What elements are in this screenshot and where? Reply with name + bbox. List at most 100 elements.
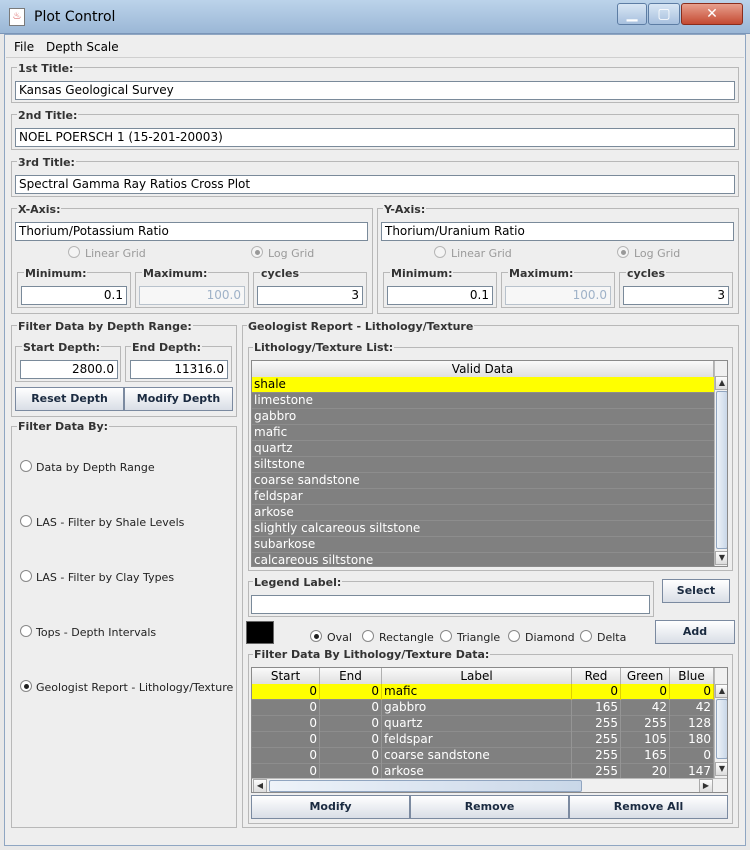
menu-depth-scale[interactable]: Depth Scale	[46, 40, 119, 54]
table-row[interactable]: 0 0 coarse sandstone 255 165 0	[252, 748, 714, 764]
start-depth-label: Start Depth:	[22, 341, 102, 354]
table-scroll-left-icon[interactable]: ◀	[253, 779, 267, 792]
shape-triangle-radio[interactable]	[440, 630, 452, 642]
table-cell-start: 0	[252, 732, 320, 748]
add-button[interactable]: Add	[655, 620, 735, 644]
table-row[interactable]: 0 0 mafic 0 0 0	[252, 684, 714, 700]
x-linear-grid-radio[interactable]	[68, 246, 80, 258]
list-scroll-thumb[interactable]	[716, 391, 727, 549]
filter-option-radio[interactable]	[20, 570, 32, 582]
reset-depth-button[interactable]: Reset Depth	[15, 387, 124, 411]
menu-file[interactable]: File	[14, 40, 34, 54]
shape-rectangle-radio[interactable]	[362, 630, 374, 642]
modify-depth-button[interactable]: Modify Depth	[124, 387, 233, 411]
shape-rectangle-label: Rectangle	[379, 631, 434, 644]
modify-button[interactable]: Modify	[251, 795, 410, 819]
table-cell-green: 42	[621, 700, 670, 716]
start-depth-input[interactable]: 2800.0	[20, 360, 118, 379]
title-3-input[interactable]: Spectral Gamma Ray Ratios Cross Plot	[15, 175, 735, 194]
y-min-input[interactable]: 0.1	[387, 286, 493, 305]
column-header-green[interactable]: Green	[621, 668, 670, 685]
filter-option-radio[interactable]	[20, 625, 32, 637]
maximize-button[interactable]: ▢	[648, 3, 680, 25]
shape-diamond-label: Diamond	[525, 631, 575, 644]
end-depth-input[interactable]: 11316.0	[130, 360, 228, 379]
table-cell-label: mafic	[382, 684, 572, 700]
scroll-down-icon[interactable]: ▼	[715, 551, 727, 565]
table-row[interactable]: 0 0 quartz 255 255 128	[252, 716, 714, 732]
column-header-label[interactable]: Label	[382, 668, 572, 685]
column-header-red[interactable]: Red	[572, 668, 621, 685]
remove-button[interactable]: Remove	[410, 795, 569, 819]
y-axis-title-input[interactable]: Thorium/Uranium Ratio	[381, 222, 734, 241]
y-log-grid-label: Log Grid	[634, 247, 681, 260]
list-item[interactable]: limestone	[252, 393, 714, 409]
table-cell-red: 255	[572, 716, 621, 732]
list-item[interactable]: mafic	[252, 425, 714, 441]
y-cycles-input[interactable]: 3	[623, 286, 729, 305]
scroll-up-icon[interactable]: ▲	[715, 376, 727, 390]
filter-option-radio[interactable]	[20, 460, 32, 472]
symbol-color-swatch[interactable]	[246, 621, 274, 644]
y-max-input[interactable]: 100.0	[505, 286, 611, 305]
x-max-input[interactable]: 100.0	[139, 286, 245, 305]
table-cell-start: 0	[252, 700, 320, 716]
table-cell-blue: 180	[670, 732, 714, 748]
column-header-end[interactable]: End	[320, 668, 382, 685]
y-log-grid-radio[interactable]	[617, 246, 629, 258]
x-log-grid-radio[interactable]	[251, 246, 263, 258]
shape-oval-radio[interactable]	[310, 630, 322, 642]
filter-option-radio[interactable]	[20, 515, 32, 527]
table-row[interactable]: 0 0 feldspar 255 105 180	[252, 732, 714, 748]
table-cell-start: 0	[252, 748, 320, 764]
list-item[interactable]: arkose	[252, 505, 714, 521]
table-vscroll-thumb[interactable]	[716, 699, 727, 759]
list-item[interactable]: feldspar	[252, 489, 714, 505]
list-item[interactable]: quartz	[252, 441, 714, 457]
y-linear-grid-radio[interactable]	[434, 246, 446, 258]
x-axis-label: X-Axis:	[17, 203, 62, 216]
close-button[interactable]: ✕	[681, 3, 743, 25]
shape-delta-label: Delta	[597, 631, 627, 644]
table-cell-start: 0	[252, 684, 320, 700]
table-row[interactable]: 0 0 gabbro 165 42 42	[252, 700, 714, 716]
table-scroll-down-icon[interactable]: ▼	[715, 762, 727, 776]
x-axis-title-input[interactable]: Thorium/Potassium Ratio	[15, 222, 368, 241]
legend-label-input[interactable]	[251, 595, 650, 614]
list-item[interactable]: gabbro	[252, 409, 714, 425]
legend-label-label: Legend Label:	[253, 576, 343, 589]
lithology-data-table: Start End Label Red Green Blue 0 0 mafic 0 0 0 0 0 ga…	[251, 667, 728, 793]
java-cup-icon: ♨	[9, 8, 25, 26]
title-1-input[interactable]: Kansas Geological Survey	[15, 81, 735, 100]
remove-all-button[interactable]: Remove All	[569, 795, 728, 819]
list-item[interactable]: siltstone	[252, 457, 714, 473]
list-vertical-scrollbar[interactable]: ▲ ▼	[714, 361, 727, 566]
title-2-input[interactable]: NOEL POERSCH 1 (15-201-20003)	[15, 128, 735, 147]
shape-delta-radio[interactable]	[580, 630, 592, 642]
filter-option-radio[interactable]	[20, 680, 32, 692]
list-item[interactable]: subarkose	[252, 537, 714, 553]
table-scroll-right-icon[interactable]: ▶	[699, 779, 713, 792]
title-1-label: 1st Title:	[17, 62, 75, 75]
select-button[interactable]: Select	[662, 579, 730, 603]
minimize-button[interactable]: ▁	[617, 3, 647, 25]
table-horizontal-scrollbar[interactable]: ◀ ▶	[252, 778, 727, 792]
x-min-input[interactable]: 0.1	[21, 286, 127, 305]
list-item[interactable]: coarse sandstone	[252, 473, 714, 489]
valid-data-header[interactable]: Valid Data	[252, 361, 714, 378]
table-cell-blue: 42	[670, 700, 714, 716]
column-header-start[interactable]: Start	[252, 668, 320, 685]
filter-option-label: Geologist Report - Lithology/Texture	[36, 681, 234, 694]
table-vertical-scrollbar[interactable]: ▲ ▼	[714, 668, 727, 778]
x-cycles-input[interactable]: 3	[257, 286, 363, 305]
table-cell-blue: 0	[670, 748, 714, 764]
list-item[interactable]: calcareous siltstone	[252, 553, 714, 566]
shape-diamond-radio[interactable]	[508, 630, 520, 642]
list-item[interactable]: slightly calcareous siltstone	[252, 521, 714, 537]
table-scroll-up-icon[interactable]: ▲	[715, 684, 727, 698]
window-title: Plot Control	[34, 9, 116, 25]
column-header-blue[interactable]: Blue	[670, 668, 714, 685]
table-cell-red: 165	[572, 700, 621, 716]
table-hscroll-thumb[interactable]	[269, 780, 582, 792]
list-item[interactable]: shale	[252, 377, 714, 393]
